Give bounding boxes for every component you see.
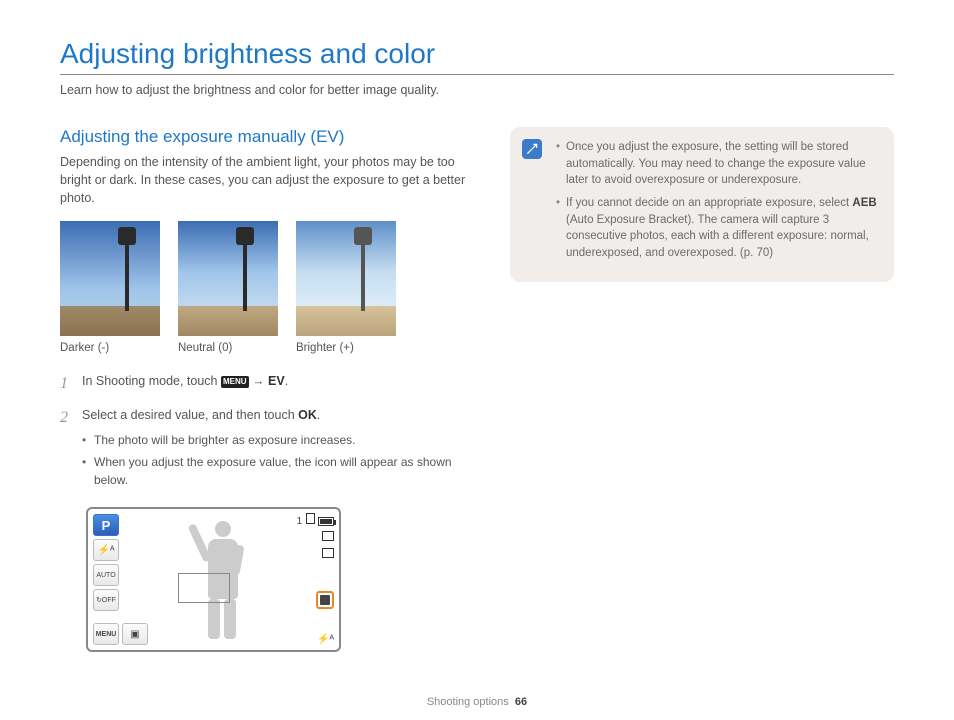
photo-brighter (296, 221, 396, 336)
page-number: 66 (515, 696, 527, 708)
page-title: Adjusting brightness and color (60, 38, 894, 75)
photo-darker (60, 221, 160, 336)
mode-p-icon: P (93, 514, 119, 536)
step-2-number: 2 (60, 406, 74, 493)
step-1-number: 1 (60, 372, 74, 396)
exposure-example-row: Darker (-) Neutral (0) (60, 221, 470, 354)
section-desc: Depending on the intensity of the ambien… (60, 153, 470, 207)
caption-darker: Darker (-) (60, 342, 160, 354)
caption-neutral: Neutral (0) (178, 342, 278, 354)
battery-icon (318, 517, 334, 526)
ev-label: EV (268, 374, 285, 388)
camera-ui-illustration: P ⚡ᴬ AUTO ↻OFF MENU ▣ 1 (86, 507, 341, 652)
menu-icon: MENU (221, 376, 249, 388)
step-2-bullet-1: The photo will be brighter as exposure i… (82, 431, 470, 449)
sd-icon (306, 513, 315, 524)
flash-auto-icon: ⚡ᴬ (93, 539, 119, 561)
photo-neutral (178, 221, 278, 336)
caption-brighter: Brighter (+) (296, 342, 396, 354)
note-callout: Once you adjust the exposure, the settin… (510, 127, 894, 282)
menu-button-icon: MENU (93, 623, 119, 645)
resolution-icon (322, 548, 334, 558)
timer-off-icon: ↻OFF (93, 589, 119, 611)
page-intro: Learn how to adjust the brightness and c… (60, 83, 894, 97)
step-2-body: Select a desired value, and then touch O… (82, 406, 470, 493)
callout-bullet-1: Once you adjust the exposure, the settin… (556, 139, 878, 189)
steps-list: 1 In Shooting mode, touch MENU → EV. 2 S… (60, 372, 470, 493)
status-row: 1 (297, 513, 334, 527)
flash-icon-br: ⚡ᴬ (317, 634, 334, 645)
note-icon (522, 139, 542, 159)
focus-frame (178, 573, 230, 603)
ok-label: OK (298, 408, 317, 422)
callout-bullet-2: If you cannot decide on an appropriate e… (556, 195, 878, 262)
footer-section: Shooting options (427, 696, 509, 708)
step-1-body: In Shooting mode, touch MENU → EV. (82, 372, 470, 396)
storage-icon (322, 531, 334, 541)
page-footer: Shooting options 66 (0, 696, 954, 708)
wb-auto-icon: AUTO (93, 564, 119, 586)
gallery-icon: ▣ (122, 623, 148, 645)
aeb-label: AEB (852, 197, 876, 209)
ev-indicator-icon (316, 591, 334, 609)
step-2-bullet-2: When you adjust the exposure value, the … (82, 453, 470, 489)
section-title: Adjusting the exposure manually (EV) (60, 127, 470, 147)
